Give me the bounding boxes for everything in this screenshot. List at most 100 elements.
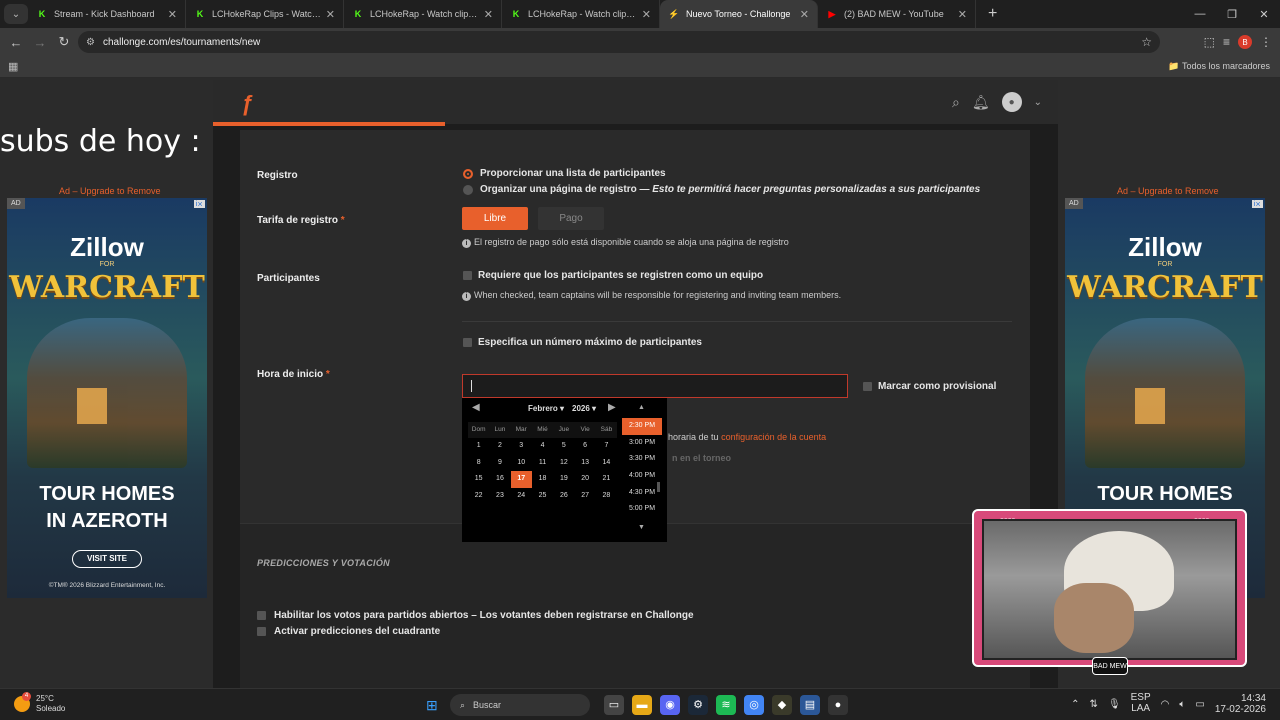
visit-site-button[interactable]: VISIT SITE [72,550,142,568]
weather-widget[interactable]: 4 25°C Soleado [14,692,65,714]
calendar-day[interactable]: 18 [532,471,553,488]
media-icon[interactable]: ≡ [1223,35,1230,49]
pago-button[interactable]: Pago [538,207,604,230]
tray-overflow-icon[interactable]: ⌃ [1071,699,1079,710]
extensions-icon[interactable]: ⬚ [1204,35,1215,49]
task-view-icon[interactable]: ▭ [604,695,624,715]
calendar-day[interactable]: 11 [532,455,553,472]
adchoices-icon[interactable]: i⨯ [193,200,205,208]
discord-icon[interactable]: ◉ [660,695,680,715]
close-window-button[interactable]: ✕ [1248,8,1280,21]
apps-grid-icon[interactable]: ▦ [8,60,18,73]
browser-tab[interactable]: K Stream - Kick Dashboard ✕ [28,0,186,28]
team-checkbox-label[interactable]: Requiere que los participantes se regist… [478,270,763,281]
browser-tab[interactable]: K LCHokeRap Clips - Watch Live c ✕ [186,0,344,28]
month-select[interactable]: Febrero ▾ [528,404,564,413]
url-bar[interactable]: ⚙ challonge.com/es/tournaments/new ☆ [78,31,1160,53]
user-avatar-icon[interactable]: ● [1001,92,1022,112]
language-indicator[interactable]: ESP LAA [1131,693,1151,715]
calendar-day[interactable]: 26 [553,488,574,505]
libre-button[interactable]: Libre [462,207,528,230]
file-explorer-icon[interactable]: ▬ [632,695,652,715]
calendar-day[interactable]: 27 [574,488,595,505]
calendar-day[interactable]: 19 [553,471,574,488]
tab-search-button[interactable]: ⌄ [4,4,28,24]
chevron-down-icon[interactable]: ⌄ [1034,97,1042,108]
adchoices-icon[interactable]: i⨯ [1251,200,1263,208]
votes-checkbox-label[interactable]: Habilitar los votos para partidos abiert… [274,610,694,621]
time-option[interactable]: 3:00 PM [622,435,662,452]
browser-tab[interactable]: ▶ (2) BAD MEW - YouTube ✕ [818,0,976,28]
network-icon[interactable]: ⇅ [1090,699,1098,710]
new-tab-button[interactable]: + [988,5,997,23]
calendar-day[interactable]: 14 [596,455,617,472]
back-icon[interactable]: ← [4,35,28,50]
browser-tab[interactable]: K LCHokeRap - Watch clips on Kic ✕ [502,0,660,28]
site-info-icon[interactable]: ⚙ [86,37,95,48]
calendar-day[interactable]: 24 [511,488,532,505]
calendar-day[interactable]: 21 [596,471,617,488]
maximize-button[interactable]: ❐ [1216,8,1248,21]
start-time-input[interactable] [462,374,848,398]
time-option[interactable]: 2:30 PM [622,418,662,435]
taskbar-search[interactable]: ⌕ Buscar [450,694,590,716]
notepad-icon[interactable]: ▤ [800,695,820,715]
ad-label-left[interactable]: Ad – Upgrade to Remove [59,186,161,196]
tab-close-icon[interactable]: ✕ [958,8,967,21]
calendar-day[interactable]: 1 [468,438,489,455]
profile-avatar[interactable]: B [1238,35,1252,49]
tab-close-icon[interactable]: ✕ [800,8,809,21]
calendar-day[interactable]: 13 [574,455,595,472]
windows-start-icon[interactable]: ⊞ [426,697,438,714]
time-option[interactable]: 4:00 PM [622,468,662,485]
notifications-bell-icon[interactable]: 🔔︎ [972,94,990,111]
wifi-icon[interactable]: ◠ [1161,699,1170,710]
search-icon[interactable]: ⌕ [952,94,960,111]
reload-icon[interactable]: ↻ [52,34,76,50]
menu-icon[interactable]: ⋮ [1260,35,1272,49]
calendar-day[interactable]: 28 [596,488,617,505]
forward-icon[interactable]: → [28,35,52,50]
calendar-day[interactable]: 5 [553,438,574,455]
microphone-icon[interactable]: 🎙︎ [1108,699,1121,710]
browser-tab[interactable]: ⚡ Nuevo Torneo - Challonge ✕ [660,0,818,28]
calendar-day[interactable]: 7 [596,438,617,455]
time-scroll-down-icon[interactable]: ▼ [638,524,645,531]
challonge-logo-icon[interactable]: ƒ [241,91,253,117]
battery-icon[interactable]: ▭ [1195,699,1204,710]
account-settings-link[interactable]: configuración de la cuenta [721,432,826,442]
predictions-checkbox[interactable] [257,627,266,636]
next-month-icon[interactable]: ▶ [608,402,616,413]
provisional-label[interactable]: Marcar como provisional [878,381,996,392]
tab-close-icon[interactable]: ✕ [326,8,335,21]
calendar-day[interactable]: 3 [511,438,532,455]
tab-close-icon[interactable]: ✕ [168,8,177,21]
clock[interactable]: 14:34 17-02-2026 [1215,693,1266,715]
provisional-checkbox[interactable] [863,382,872,391]
calendar-day-today[interactable]: 17 [510,471,532,489]
minimize-button[interactable]: — [1184,8,1216,20]
time-option[interactable]: 4:30 PM [622,485,662,502]
radio-registration-page[interactable] [463,185,473,195]
spotify-icon[interactable]: ≋ [716,695,736,715]
all-bookmarks[interactable]: 📁 Todos los marcadores [1168,61,1270,72]
ad-label-right[interactable]: Ad – Upgrade to Remove [1117,186,1219,196]
time-scrollbar[interactable] [657,482,660,492]
registro-option-1[interactable]: Proporcionar una lista de participantes [480,168,666,179]
max-participants-checkbox[interactable] [463,338,472,347]
calendar-day[interactable]: 16 [489,471,510,488]
calendar-day[interactable]: 8 [468,455,489,472]
votes-checkbox[interactable] [257,611,266,620]
app-icon[interactable]: ◆ [772,695,792,715]
calendar-day[interactable]: 12 [553,455,574,472]
prev-month-icon[interactable]: ◀ [472,402,480,413]
team-checkbox[interactable] [463,271,472,280]
browser-tab[interactable]: K LCHokeRap - Watch clips on Kic ✕ [344,0,502,28]
calendar-day[interactable]: 6 [574,438,595,455]
max-participants-label[interactable]: Especifica un número máximo de participa… [478,337,702,348]
calendar-day[interactable]: 15 [468,471,489,488]
calendar-day[interactable]: 23 [489,488,510,505]
predictions-checkbox-label[interactable]: Activar predicciones del cuadrante [274,626,440,637]
volume-icon[interactable]: 🔈︎ [1179,699,1185,710]
ad-banner-left[interactable]: AD i⨯ Zillow FOR WARCRAFT TOUR HOMES IN A… [7,198,207,598]
